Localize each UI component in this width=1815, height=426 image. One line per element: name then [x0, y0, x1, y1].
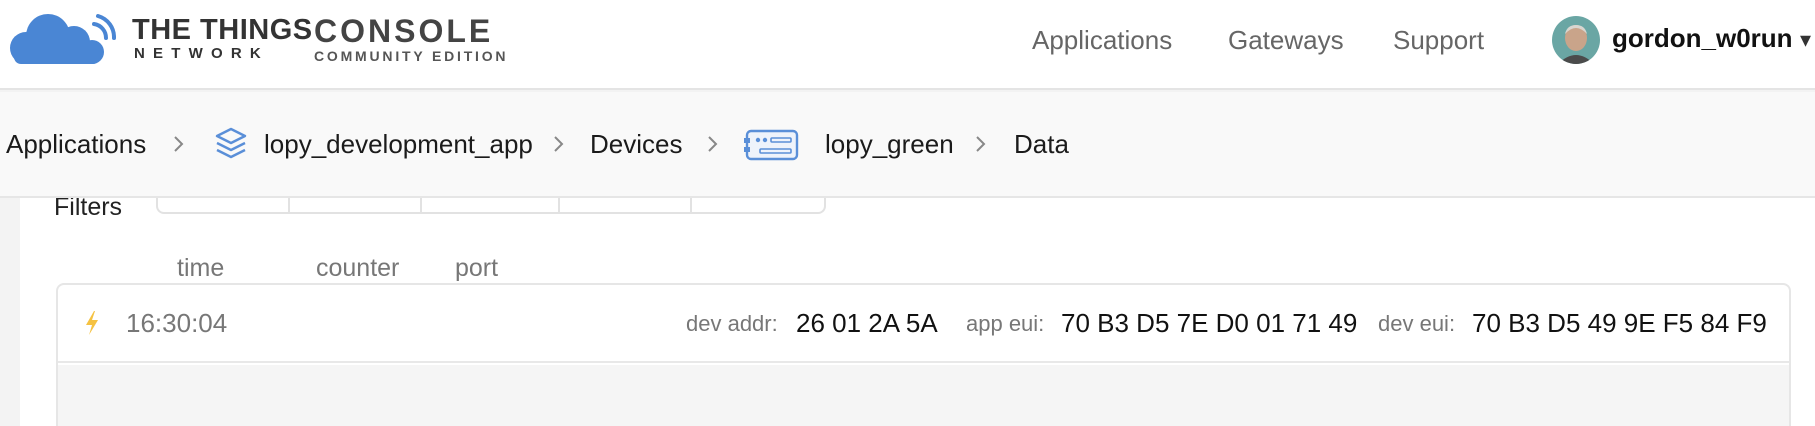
breadcrumb-data[interactable]: Data: [1014, 128, 1069, 160]
nav-support[interactable]: Support: [1393, 24, 1484, 56]
dev-addr-label: dev addr:: [686, 311, 778, 336]
table-row[interactable]: 16:30:04 dev addr: 26 01 2A 5A app eui: …: [58, 285, 1789, 363]
chevron-down-icon[interactable]: ▾: [1800, 24, 1811, 56]
console-title: CONSOLE: [314, 13, 494, 49]
column-header-port[interactable]: port: [455, 252, 498, 284]
lightning-bolt-icon: [86, 311, 98, 335]
dev-eui-value: 70 B3 D5 49 9E F5 84 F9: [1472, 308, 1767, 338]
chevron-right-icon: [976, 136, 986, 152]
layers-icon: [215, 127, 247, 159]
chevron-right-icon: [554, 136, 564, 152]
breadcrumb-applications[interactable]: Applications: [6, 128, 146, 160]
dev-eui-label: dev eui:: [1378, 311, 1456, 336]
nav-applications[interactable]: Applications: [1032, 24, 1172, 56]
cloud-logo-icon[interactable]: [4, 10, 116, 68]
breadcrumb-application[interactable]: lopy_development_app: [264, 128, 533, 160]
column-header-counter[interactable]: counter: [316, 252, 399, 284]
breadcrumb-device[interactable]: lopy_green: [825, 128, 954, 160]
chevron-right-icon: [708, 136, 718, 152]
app-eui-label: app eui:: [966, 311, 1045, 336]
dev-addr-value: 26 01 2A 5A: [796, 308, 938, 338]
device-icon: [744, 129, 799, 161]
message-list: 16:30:04 dev addr: 26 01 2A 5A app eui: …: [56, 283, 1791, 426]
message-detail: [58, 365, 1789, 426]
app-eui-value: 70 B3 D5 7E D0 01 71 49: [1061, 308, 1358, 338]
top-header: THE THINGS NETWORK CONSOLE COMMUNITY EDI…: [0, 0, 1815, 90]
message-time: 16:30:04: [126, 308, 228, 338]
username[interactable]: gordon_w0run: [1612, 21, 1793, 55]
brand-wordmark[interactable]: THE THINGS NETWORK: [132, 14, 313, 62]
user-photo-icon: [1552, 16, 1600, 64]
chevron-right-icon: [174, 136, 184, 152]
avatar[interactable]: [1552, 16, 1600, 64]
console-wordmark: CONSOLE COMMUNITY EDITION: [314, 14, 508, 64]
console-edition: COMMUNITY EDITION: [314, 48, 509, 64]
column-header-time[interactable]: time: [177, 252, 224, 284]
nav-gateways[interactable]: Gateways: [1228, 24, 1344, 56]
brand-sub-text: NETWORK: [134, 45, 269, 62]
breadcrumb: Applications lopy_development_app Device…: [0, 92, 1815, 198]
breadcrumb-devices[interactable]: Devices: [590, 128, 682, 160]
brand-main-text: THE THINGS: [132, 14, 313, 46]
